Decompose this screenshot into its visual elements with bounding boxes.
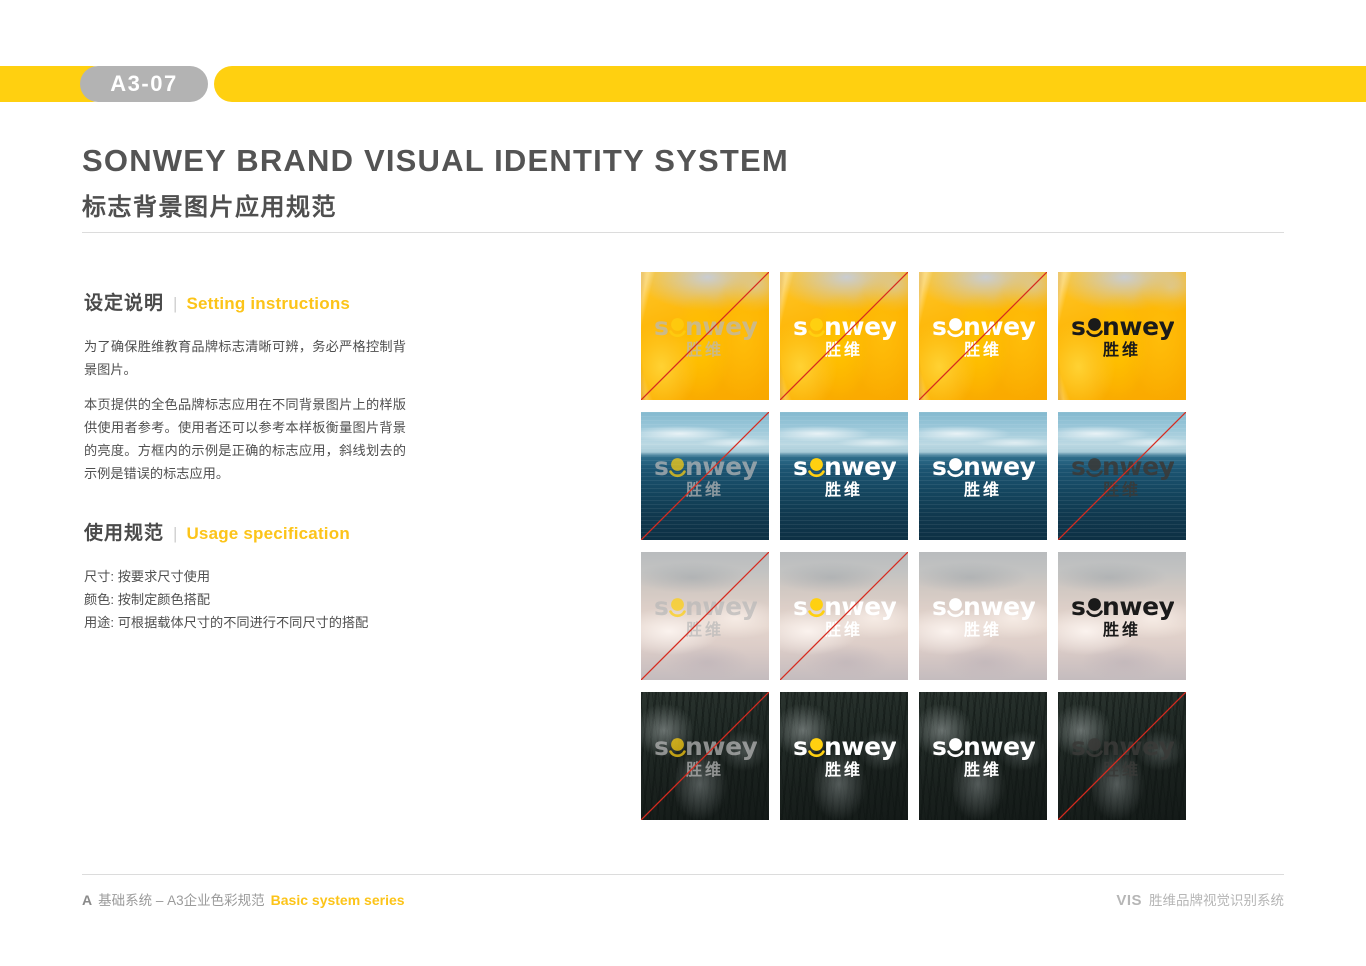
setting-paragraph-2: 本页提供的全色品牌标志应用在不同背景图片上的样版供使用者参考。使用者还可以参考本… xyxy=(84,397,406,481)
logo-sample-tile: s nwey 胜维 xyxy=(1058,272,1186,400)
tile-background-image xyxy=(641,412,769,540)
footer-right: VIS 胜维品牌视觉识别系统 xyxy=(1116,889,1284,909)
logo-sample-tile: s nwey 胜维 xyxy=(780,552,908,680)
setting-paragraph-1: 为了确保胜维教育品牌标志清晰可辨，务必严格控制背景图片。 xyxy=(84,339,406,377)
tile-background-image xyxy=(1058,272,1186,400)
usage-heading-divider: | xyxy=(173,524,178,543)
tile-background-image xyxy=(780,552,908,680)
logo-sample-tile: s nwey 胜维 xyxy=(780,272,908,400)
tile-background-image xyxy=(641,272,769,400)
usage-heading-cn: 使用规范 xyxy=(84,523,165,544)
vis-guideline-page: A3-07 SONWEY BRAND VISUAL IDENTITY SYSTE… xyxy=(0,0,1366,966)
footer-section-en: Basic system series xyxy=(270,892,405,908)
setting-heading-en: Setting instructions xyxy=(186,294,351,313)
header-divider-rule xyxy=(82,232,1284,233)
footer-divider-rule xyxy=(82,874,1284,875)
logo-sample-tile: s nwey 胜维 xyxy=(641,692,769,820)
usage-spec-line-color: 颜色: 按制定颜色搭配 xyxy=(84,592,211,607)
usage-specification-heading: 使用规范 | Usage specification xyxy=(84,518,368,545)
tile-background-image xyxy=(1058,552,1186,680)
usage-heading-en: Usage specification xyxy=(186,524,350,543)
logo-sample-tile: s nwey 胜维 xyxy=(780,692,908,820)
tile-background-image xyxy=(780,692,908,820)
tile-background-image xyxy=(780,412,908,540)
footer-section-cn: 基础系统 – A3企业色彩规范 xyxy=(98,893,265,908)
header-bar: A3-07 xyxy=(0,66,1366,102)
tile-background-image xyxy=(919,272,1047,400)
tile-background-image xyxy=(1058,412,1186,540)
logo-sample-tile: s nwey 胜维 xyxy=(919,272,1047,400)
tile-background-image xyxy=(919,552,1047,680)
page-code-badge: A3-07 xyxy=(80,66,208,102)
logo-sample-tile: s nwey 胜维 xyxy=(1058,552,1186,680)
footer-section-code: A xyxy=(82,892,93,908)
usage-spec-line-size: 尺寸: 按要求尺寸使用 xyxy=(84,569,211,584)
page-title-chinese: 标志背景图片应用规范 xyxy=(82,194,337,221)
setting-instructions-section: 设定说明 | Setting instructions 为了确保胜维教育品牌标志… xyxy=(84,288,406,497)
tile-background-image xyxy=(780,272,908,400)
tile-background-image xyxy=(1058,692,1186,820)
tile-background-image xyxy=(641,552,769,680)
logo-sample-tile: s nwey 胜维 xyxy=(641,412,769,540)
tile-background-image xyxy=(919,692,1047,820)
page-title-english: SONWEY BRAND VISUAL IDENTITY SYSTEM xyxy=(82,143,789,178)
logo-sample-tile: s nwey 胜维 xyxy=(919,692,1047,820)
logo-sample-tile: s nwey 胜维 xyxy=(1058,692,1186,820)
logo-sample-tile: s nwey 胜维 xyxy=(780,412,908,540)
logo-sample-tile: s nwey 胜维 xyxy=(919,412,1047,540)
setting-heading-cn: 设定说明 xyxy=(84,293,165,314)
logo-background-sample-grid: s nwey 胜维 s nwey 胜维 s nwey 胜维 s nwey 胜维 s nwey 胜维 s nwey… xyxy=(641,272,1186,820)
usage-spec-line-purpose: 用途: 可根据载体尺寸的不同进行不同尺寸的搭配 xyxy=(84,615,369,630)
usage-specification-section: 使用规范 | Usage specification 尺寸: 按要求尺寸使用 颜… xyxy=(84,518,368,634)
setting-instructions-heading: 设定说明 | Setting instructions xyxy=(84,288,406,315)
footer-left: A 基础系统 – A3企业色彩规范 Basic system series xyxy=(82,889,405,909)
logo-sample-tile: s nwey 胜维 xyxy=(919,552,1047,680)
setting-heading-divider: | xyxy=(173,294,178,313)
tile-background-image xyxy=(641,692,769,820)
logo-sample-tile: s nwey 胜维 xyxy=(641,272,769,400)
header-bar-right-segment xyxy=(214,66,1366,102)
logo-sample-tile: s nwey 胜维 xyxy=(1058,412,1186,540)
tile-background-image xyxy=(919,412,1047,540)
footer-vis-code: VIS xyxy=(1116,892,1142,909)
footer-vis-cn: 胜维品牌视觉识别系统 xyxy=(1149,893,1284,908)
logo-sample-tile: s nwey 胜维 xyxy=(641,552,769,680)
